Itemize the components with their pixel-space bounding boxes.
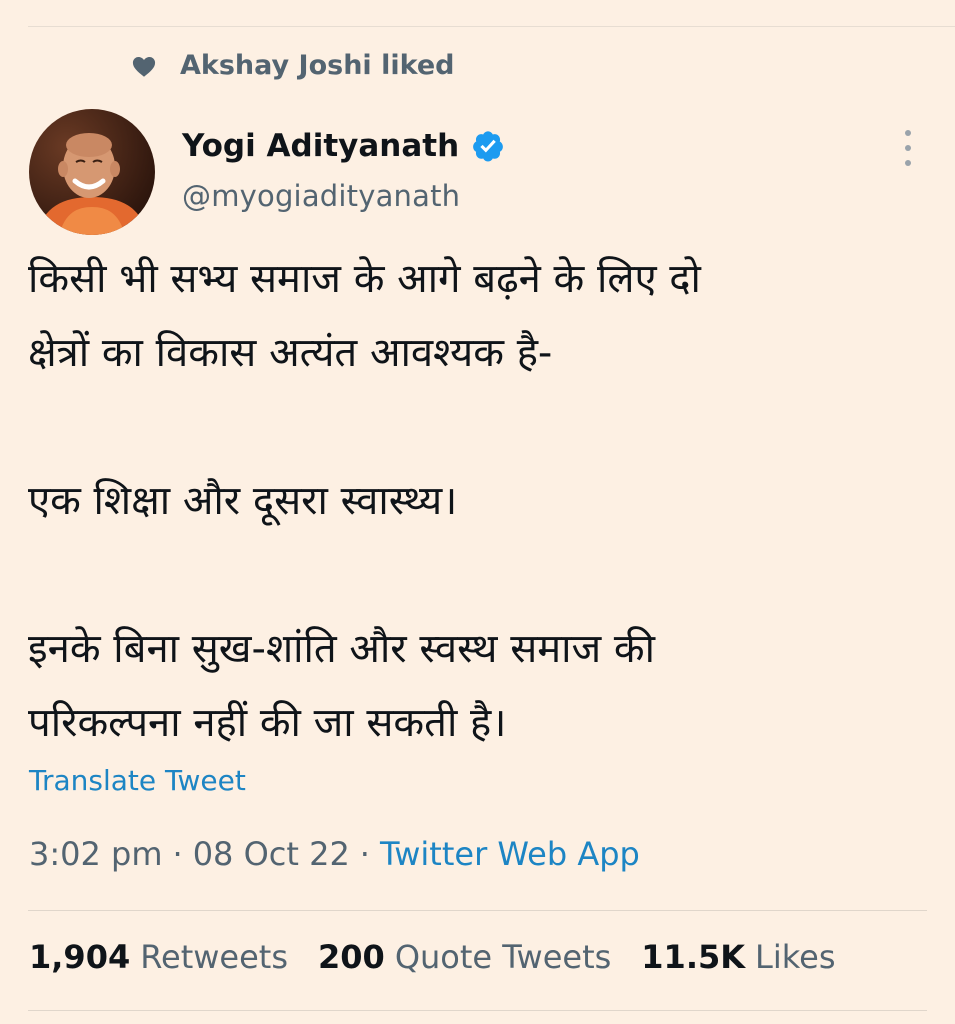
- likes-stat[interactable]: 11.5K Likes: [641, 938, 835, 976]
- translate-tweet-link[interactable]: Translate Tweet: [29, 764, 246, 797]
- author-info[interactable]: Yogi Adityanath @myogiadityanath: [182, 124, 505, 213]
- quote-tweets-stat[interactable]: 200 Quote Tweets: [318, 938, 611, 976]
- top-divider: [28, 26, 955, 27]
- display-name-row: Yogi Adityanath: [182, 124, 505, 168]
- social-context-label: Akshay Joshi liked: [180, 50, 455, 81]
- avatar[interactable]: [29, 109, 155, 235]
- display-name[interactable]: Yogi Adityanath: [182, 128, 459, 164]
- tweet-date[interactable]: 08 Oct 22: [193, 835, 350, 873]
- tweet-text: किसी भी सभ्य समाज के आगे बढ़ने के लिए दो…: [28, 256, 701, 746]
- quote-tweets-count: 200: [318, 938, 385, 976]
- tweet-source-link[interactable]: Twitter Web App: [380, 835, 640, 873]
- tweet-detail-page: Akshay Joshi liked Yogi Adityanath @myog…: [0, 0, 955, 1024]
- retweets-label: Retweets: [140, 938, 289, 976]
- social-context[interactable]: Akshay Joshi liked: [130, 50, 454, 81]
- stats-divider-bottom: [28, 1010, 927, 1011]
- stats-divider-top: [28, 910, 927, 911]
- avatar-image: [29, 109, 155, 235]
- retweets-stat[interactable]: 1,904 Retweets: [29, 938, 288, 976]
- likes-count: 11.5K: [641, 938, 746, 976]
- user-handle[interactable]: @myogiadityanath: [182, 179, 505, 213]
- separator-dot: ·: [359, 835, 370, 873]
- tweet-time[interactable]: 3:02 pm: [29, 835, 163, 873]
- retweets-count: 1,904: [29, 938, 131, 976]
- quote-tweets-label: Quote Tweets: [394, 938, 612, 976]
- more-options-icon[interactable]: [897, 130, 919, 166]
- verified-badge-icon: [473, 131, 504, 162]
- tweet-stats: 1,904 Retweets 200 Quote Tweets 11.5K Li…: [29, 938, 866, 976]
- separator-dot: ·: [172, 835, 183, 873]
- tweet-metadata: 3:02 pm · 08 Oct 22 · Twitter Web App: [29, 835, 640, 873]
- likes-label: Likes: [755, 938, 836, 976]
- heart-icon: [132, 56, 156, 77]
